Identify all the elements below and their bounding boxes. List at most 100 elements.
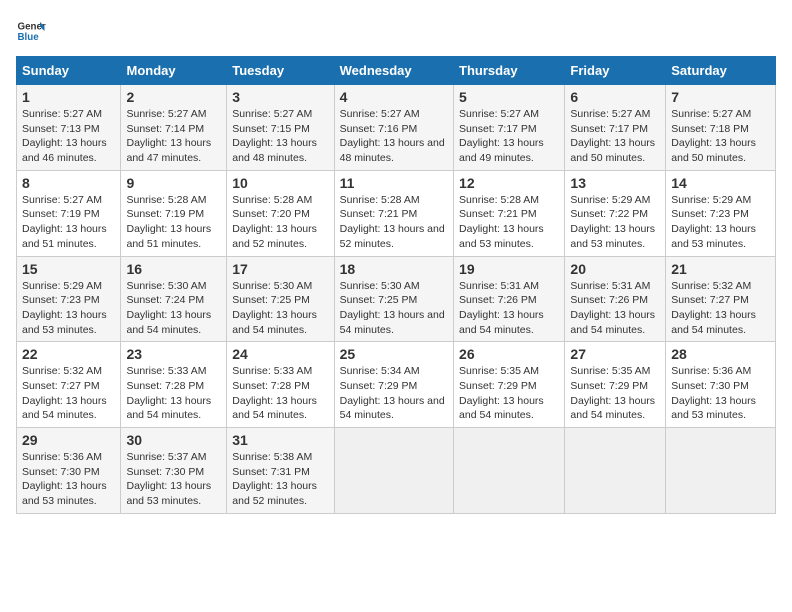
day-number: 10 [232,175,328,191]
daylight: Daylight: 13 hours and 51 minutes. [126,222,221,251]
calendar-cell: 7 Sunrise: 5:27 AM Sunset: 7:18 PM Dayli… [666,85,776,171]
day-number: 22 [22,346,115,362]
day-number: 7 [671,89,770,105]
daylight: Daylight: 13 hours and 54 minutes. [340,394,448,423]
sunset: Sunset: 7:25 PM [340,293,448,308]
calendar-cell: 4 Sunrise: 5:27 AM Sunset: 7:16 PM Dayli… [334,85,453,171]
day-info: Sunrise: 5:27 AM Sunset: 7:19 PM Dayligh… [22,193,115,252]
calendar-cell: 30 Sunrise: 5:37 AM Sunset: 7:30 PM Dayl… [121,428,227,514]
daylight: Daylight: 13 hours and 47 minutes. [126,136,221,165]
sunset: Sunset: 7:23 PM [671,207,770,222]
calendar-cell: 26 Sunrise: 5:35 AM Sunset: 7:29 PM Dayl… [454,342,565,428]
sunset: Sunset: 7:20 PM [232,207,328,222]
calendar-cell: 5 Sunrise: 5:27 AM Sunset: 7:17 PM Dayli… [454,85,565,171]
calendar-cell [565,428,666,514]
day-number: 17 [232,261,328,277]
weekday-header-sunday: Sunday [17,57,121,85]
calendar-cell: 20 Sunrise: 5:31 AM Sunset: 7:26 PM Dayl… [565,256,666,342]
sunrise: Sunrise: 5:32 AM [671,279,770,294]
day-info: Sunrise: 5:29 AM Sunset: 7:23 PM Dayligh… [22,279,115,338]
day-number: 14 [671,175,770,191]
svg-text:Blue: Blue [18,32,40,43]
logo: General Blue [16,16,50,46]
daylight: Daylight: 13 hours and 48 minutes. [340,136,448,165]
sunrise: Sunrise: 5:27 AM [340,107,448,122]
weekday-header-tuesday: Tuesday [227,57,334,85]
daylight: Daylight: 13 hours and 53 minutes. [459,222,559,251]
sunrise: Sunrise: 5:30 AM [126,279,221,294]
day-number: 15 [22,261,115,277]
sunrise: Sunrise: 5:33 AM [126,364,221,379]
sunrise: Sunrise: 5:33 AM [232,364,328,379]
day-number: 9 [126,175,221,191]
sunset: Sunset: 7:26 PM [459,293,559,308]
day-info: Sunrise: 5:27 AM Sunset: 7:18 PM Dayligh… [671,107,770,166]
calendar-cell [454,428,565,514]
day-info: Sunrise: 5:27 AM Sunset: 7:14 PM Dayligh… [126,107,221,166]
calendar-cell: 29 Sunrise: 5:36 AM Sunset: 7:30 PM Dayl… [17,428,121,514]
daylight: Daylight: 13 hours and 51 minutes. [22,222,115,251]
sunset: Sunset: 7:22 PM [570,207,660,222]
sunrise: Sunrise: 5:30 AM [232,279,328,294]
calendar-cell: 25 Sunrise: 5:34 AM Sunset: 7:29 PM Dayl… [334,342,453,428]
day-number: 27 [570,346,660,362]
calendar-cell: 1 Sunrise: 5:27 AM Sunset: 7:13 PM Dayli… [17,85,121,171]
day-number: 28 [671,346,770,362]
day-number: 5 [459,89,559,105]
day-info: Sunrise: 5:29 AM Sunset: 7:23 PM Dayligh… [671,193,770,252]
day-number: 1 [22,89,115,105]
calendar-cell: 8 Sunrise: 5:27 AM Sunset: 7:19 PM Dayli… [17,170,121,256]
calendar-week-row: 22 Sunrise: 5:32 AM Sunset: 7:27 PM Dayl… [17,342,776,428]
calendar-cell: 19 Sunrise: 5:31 AM Sunset: 7:26 PM Dayl… [454,256,565,342]
daylight: Daylight: 13 hours and 50 minutes. [570,136,660,165]
day-number: 12 [459,175,559,191]
sunset: Sunset: 7:18 PM [671,122,770,137]
weekday-header-thursday: Thursday [454,57,565,85]
daylight: Daylight: 13 hours and 54 minutes. [340,308,448,337]
day-number: 31 [232,432,328,448]
day-info: Sunrise: 5:28 AM Sunset: 7:19 PM Dayligh… [126,193,221,252]
calendar-header-row: SundayMondayTuesdayWednesdayThursdayFrid… [17,57,776,85]
calendar-cell: 6 Sunrise: 5:27 AM Sunset: 7:17 PM Dayli… [565,85,666,171]
calendar-cell [334,428,453,514]
day-info: Sunrise: 5:32 AM Sunset: 7:27 PM Dayligh… [671,279,770,338]
weekday-header-wednesday: Wednesday [334,57,453,85]
day-number: 3 [232,89,328,105]
weekday-header-saturday: Saturday [666,57,776,85]
day-number: 16 [126,261,221,277]
day-info: Sunrise: 5:29 AM Sunset: 7:22 PM Dayligh… [570,193,660,252]
calendar-week-row: 15 Sunrise: 5:29 AM Sunset: 7:23 PM Dayl… [17,256,776,342]
daylight: Daylight: 13 hours and 50 minutes. [671,136,770,165]
sunset: Sunset: 7:29 PM [340,379,448,394]
sunset: Sunset: 7:28 PM [126,379,221,394]
sunrise: Sunrise: 5:36 AM [671,364,770,379]
day-info: Sunrise: 5:36 AM Sunset: 7:30 PM Dayligh… [22,450,115,509]
daylight: Daylight: 13 hours and 52 minutes. [340,222,448,251]
calendar-cell: 2 Sunrise: 5:27 AM Sunset: 7:14 PM Dayli… [121,85,227,171]
sunrise: Sunrise: 5:27 AM [459,107,559,122]
sunrise: Sunrise: 5:27 AM [671,107,770,122]
day-number: 24 [232,346,328,362]
sunset: Sunset: 7:27 PM [671,293,770,308]
calendar-cell: 11 Sunrise: 5:28 AM Sunset: 7:21 PM Dayl… [334,170,453,256]
sunrise: Sunrise: 5:34 AM [340,364,448,379]
sunrise: Sunrise: 5:35 AM [459,364,559,379]
daylight: Daylight: 13 hours and 54 minutes. [232,394,328,423]
day-info: Sunrise: 5:33 AM Sunset: 7:28 PM Dayligh… [126,364,221,423]
sunset: Sunset: 7:15 PM [232,122,328,137]
daylight: Daylight: 13 hours and 49 minutes. [459,136,559,165]
sunrise: Sunrise: 5:28 AM [340,193,448,208]
sunset: Sunset: 7:21 PM [340,207,448,222]
day-number: 8 [22,175,115,191]
day-info: Sunrise: 5:30 AM Sunset: 7:24 PM Dayligh… [126,279,221,338]
calendar-cell: 15 Sunrise: 5:29 AM Sunset: 7:23 PM Dayl… [17,256,121,342]
day-info: Sunrise: 5:27 AM Sunset: 7:16 PM Dayligh… [340,107,448,166]
day-info: Sunrise: 5:34 AM Sunset: 7:29 PM Dayligh… [340,364,448,423]
calendar-cell: 10 Sunrise: 5:28 AM Sunset: 7:20 PM Dayl… [227,170,334,256]
daylight: Daylight: 13 hours and 54 minutes. [126,308,221,337]
weekday-header-monday: Monday [121,57,227,85]
daylight: Daylight: 13 hours and 53 minutes. [671,222,770,251]
day-info: Sunrise: 5:32 AM Sunset: 7:27 PM Dayligh… [22,364,115,423]
day-info: Sunrise: 5:27 AM Sunset: 7:17 PM Dayligh… [570,107,660,166]
calendar-cell: 13 Sunrise: 5:29 AM Sunset: 7:22 PM Dayl… [565,170,666,256]
